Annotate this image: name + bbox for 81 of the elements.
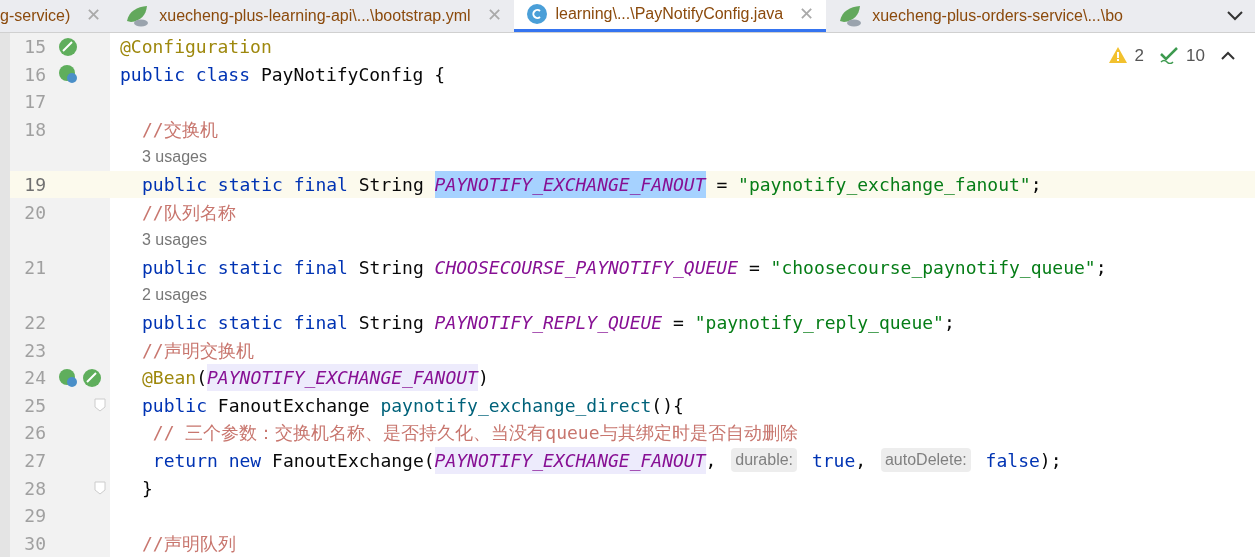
code-token: =	[747, 255, 761, 280]
code-token: CHOOSECOURSE_PAYNOTIFY_QUEUE	[434, 255, 739, 280]
line-number: 28	[23, 476, 46, 501]
code-token: String	[358, 310, 425, 335]
line-number: 20	[23, 200, 46, 225]
line-number: 15	[23, 35, 46, 59]
parameter-hint: autoDelete:	[880, 448, 971, 473]
code-token: PAYNOTIFY_EXCHANGE_FANOUT	[434, 171, 706, 198]
code-token: paynotify_exchange_direct	[380, 393, 652, 418]
code-token: ;	[1030, 173, 1042, 197]
line-number: 29	[23, 504, 46, 529]
code-token: public class	[120, 62, 252, 87]
code-comment: // 三个参数：交换机名称、是否持久化、当没有queue与其绑定时是否自动删除	[151, 421, 798, 446]
code-token: FanoutExchange	[217, 393, 371, 418]
weak-warning-count[interactable]: 10	[1186, 42, 1205, 69]
check-icon	[1160, 46, 1179, 65]
bean-icon[interactable]	[58, 36, 78, 57]
tab-label: g-service)	[0, 5, 71, 26]
editor-tab[interactable]: xuecheng-plus-orders-service\...\bo	[826, 0, 1135, 32]
line-number: 30	[23, 531, 46, 556]
tab-label: learning\...\PayNotifyConfig.java	[555, 4, 784, 25]
line-number: 21	[23, 255, 46, 280]
code-token: String	[358, 173, 425, 197]
code-token: FanoutExchange(	[272, 448, 435, 473]
code-comment: //声明队列	[142, 531, 236, 556]
editor-tab[interactable]: learning\...\PayNotifyConfig.java ✕	[513, 0, 827, 32]
code-token: PAYNOTIFY_EXCHANGE_FANOUT	[434, 446, 706, 474]
code-token: PAYNOTIFY_EXCHANGE_FANOUT	[207, 364, 478, 392]
code-token: "paynotify_reply_queue"	[694, 310, 944, 335]
bean-icon[interactable]	[58, 64, 78, 85]
line-number: 27	[23, 448, 46, 473]
code-comment: //交换机	[142, 117, 218, 142]
code-token: PAYNOTIFY_REPLY_QUEUE	[434, 310, 663, 335]
code-comment: //队列名称	[142, 200, 236, 225]
code-token: public static final	[142, 310, 349, 335]
line-number: 22	[23, 310, 46, 335]
code-token: ;	[943, 310, 955, 335]
code-token: false	[984, 448, 1040, 473]
line-number: 23	[23, 338, 46, 363]
code-token: public static final	[142, 173, 349, 197]
chevron-up-icon[interactable]	[1221, 50, 1235, 60]
code-token: =	[715, 173, 729, 197]
code-token: String	[358, 255, 425, 280]
usages-hint[interactable]: 2 usages	[142, 282, 207, 307]
code-token: @Bean	[142, 366, 197, 391]
line-number: 16	[23, 62, 46, 87]
code-token: return new	[151, 448, 263, 473]
line-number: 24	[23, 366, 46, 391]
line-number: 25	[23, 393, 46, 418]
code-token: public	[142, 393, 209, 418]
line-number: 19	[23, 173, 46, 197]
line-number: 26	[23, 421, 46, 446]
usages-hint[interactable]: 3 usages	[142, 227, 207, 252]
code-token: }	[142, 476, 153, 501]
code-token: =	[672, 310, 685, 335]
warning-icon	[1108, 47, 1127, 64]
code-token: "paynotify_exchange_fanout"	[738, 173, 1031, 197]
code-token: PayNotifyConfig {	[260, 62, 446, 87]
usages-hint[interactable]: 3 usages	[142, 144, 207, 169]
code-token: (){	[651, 393, 684, 418]
code-token: true	[810, 448, 856, 473]
code-token: @Configuration	[120, 35, 272, 59]
code-token: ,	[855, 448, 868, 473]
line-number: 17	[23, 90, 46, 115]
code-token: public static final	[142, 255, 349, 280]
code-token: "choosecourse_paynotify_queue"	[770, 255, 1096, 280]
code-token: ;	[1095, 255, 1107, 280]
bean-icon[interactable]	[58, 367, 78, 388]
code-comment: //声明交换机	[142, 338, 254, 363]
tab-label: xuecheng-plus-orders-service\...\bo	[872, 5, 1123, 26]
code-token: (	[196, 366, 208, 391]
tab-label: xuecheng-plus-learning-api\...\bootstrap.yml	[159, 5, 471, 26]
line-number: 18	[23, 117, 46, 142]
class-icon	[525, 3, 548, 26]
parameter-hint: durable:	[731, 448, 798, 473]
code-token: );	[1039, 448, 1062, 473]
editor-tab[interactable]: xuecheng-plus-learning-api\...\bootstrap.yml ✕	[113, 0, 514, 32]
chevron-down-icon[interactable]	[1227, 10, 1243, 21]
editor-tab[interactable]: g-service) ✕	[0, 0, 114, 32]
warning-count[interactable]: 2	[1134, 42, 1145, 69]
bean-icon[interactable]	[82, 367, 102, 388]
